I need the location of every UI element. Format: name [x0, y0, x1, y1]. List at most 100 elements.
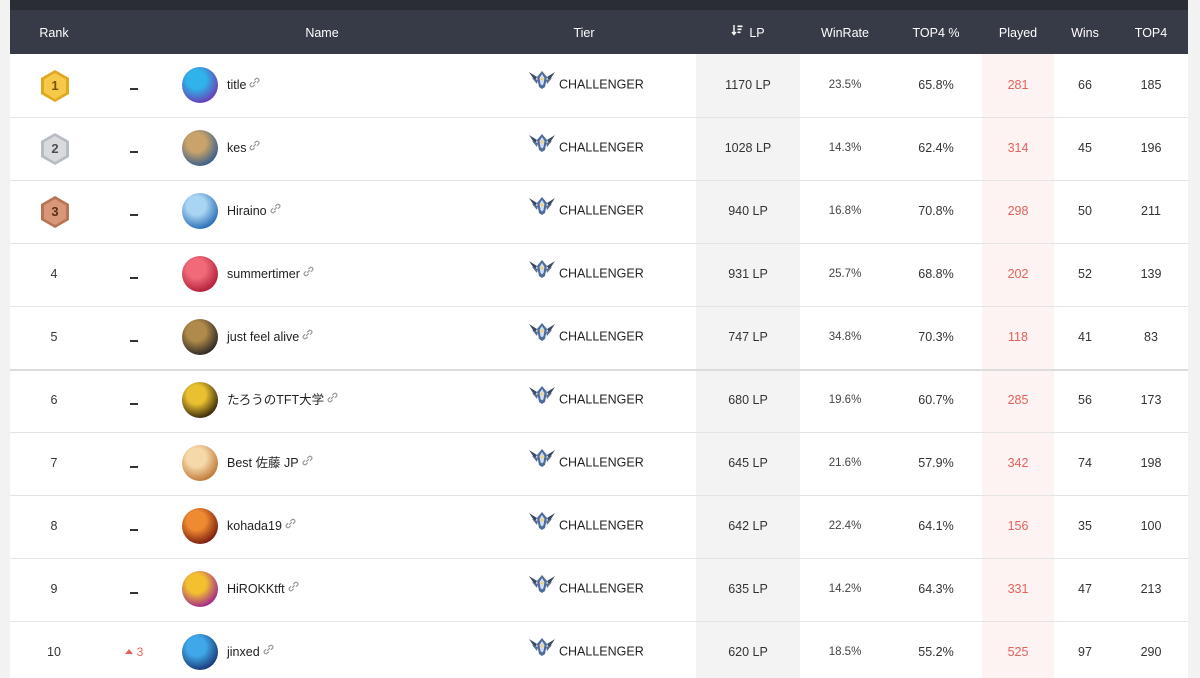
avatar[interactable]: [182, 193, 218, 229]
table-row[interactable]: 7 Best 佐藤 JP CHALLENGER 645 LP 21.6% 57.9% 342…: [10, 432, 1188, 496]
played-value: 281: [1007, 78, 1029, 92]
header-tier[interactable]: Tier: [544, 10, 624, 54]
header-rank[interactable]: Rank: [24, 10, 84, 54]
challenger-emblem-icon: [528, 308, 556, 368]
tier-label: CHALLENGER: [559, 140, 644, 155]
header-lp[interactable]: LP: [696, 10, 800, 54]
challenger-emblem-icon: [528, 497, 556, 557]
top4-value: 196: [1140, 141, 1162, 155]
rank-number: 4: [50, 267, 58, 281]
table-row[interactable]: 4 summertimer CHALLENGER 931 LP 25.7% 68.8% 20…: [10, 243, 1188, 307]
winrate-value: 18.5%: [828, 646, 862, 658]
avatar[interactable]: [182, 67, 218, 103]
player-name-link[interactable]: kes: [227, 117, 260, 180]
link-icon[interactable]: [270, 179, 281, 241]
winrate-value: 22.4%: [828, 520, 862, 532]
table-row[interactable]: 9 HiROKKtft CHALLENGER 635 LP 14.2% 64.3% 331 4…: [10, 558, 1188, 622]
player-name-link[interactable]: たろうのTFT大学: [227, 369, 338, 432]
top4-value: 213: [1140, 582, 1162, 596]
rank-medal-bronze: 3: [39, 195, 71, 229]
top4-percent-value: 65.8%: [918, 78, 954, 92]
played-value: 314: [1007, 141, 1029, 155]
tier-label: CHALLENGER: [559, 644, 644, 659]
winrate-value: 14.3%: [828, 142, 862, 154]
link-icon[interactable]: [285, 494, 296, 556]
player-name-link[interactable]: Hiraino: [227, 180, 281, 243]
link-icon[interactable]: [263, 620, 274, 678]
link-icon[interactable]: [288, 557, 299, 619]
player-name-link[interactable]: kohada19: [227, 495, 296, 558]
tier-cell: CHALLENGER: [528, 243, 644, 306]
header-name[interactable]: Name: [282, 10, 362, 54]
player-name-link[interactable]: just feel alive: [227, 306, 313, 369]
avatar[interactable]: [182, 256, 218, 292]
link-icon[interactable]: [249, 116, 260, 178]
table-row[interactable]: 1 title CHALLENGER 1170 LP 23.5% 65.8% 281 66 18…: [10, 54, 1188, 118]
player-name-link[interactable]: jinxed: [227, 621, 274, 678]
winrate-value: 19.6%: [828, 394, 862, 406]
player-name-link[interactable]: Best 佐藤 JP: [227, 432, 313, 495]
top4-value: 100: [1140, 519, 1162, 533]
challenger-emblem-icon: [528, 119, 556, 179]
tier-cell: CHALLENGER: [528, 369, 644, 432]
rank-number: 10: [47, 645, 61, 659]
winrate-value: 16.8%: [828, 205, 862, 217]
challenger-emblem-icon: [528, 560, 556, 620]
avatar[interactable]: [182, 508, 218, 544]
wins-value: 97: [1078, 645, 1092, 659]
leaderboard-table: Rank Name Tier LP WinRate TOP4 % Played …: [10, 10, 1188, 678]
player-name-link[interactable]: title: [227, 54, 260, 117]
avatar[interactable]: [182, 130, 218, 166]
avatar[interactable]: [182, 445, 218, 481]
avatar[interactable]: [182, 319, 218, 355]
tier-cell: CHALLENGER: [528, 306, 644, 369]
no-change-dash-icon: [130, 402, 138, 405]
lp-value: 645 LP: [728, 456, 768, 470]
link-icon[interactable]: [302, 305, 313, 367]
lp-value: 680 LP: [728, 393, 768, 407]
challenger-emblem-icon: [528, 245, 556, 305]
avatar[interactable]: [182, 382, 218, 418]
link-icon[interactable]: [302, 431, 313, 493]
lp-value: 1028 LP: [724, 141, 772, 155]
rank-number: 9: [50, 582, 58, 596]
rank-change: [104, 243, 164, 306]
tier-label: CHALLENGER: [559, 266, 644, 281]
tier-cell: CHALLENGER: [528, 558, 644, 621]
top4-percent-value: 70.8%: [918, 204, 954, 218]
winrate-value: 21.6%: [828, 457, 862, 469]
no-change-dash-icon: [130, 87, 138, 90]
link-icon[interactable]: [327, 368, 338, 430]
rank-change: [104, 369, 164, 432]
played-value: 118: [1008, 330, 1028, 344]
link-icon[interactable]: [303, 242, 314, 304]
header-top4[interactable]: TOP4: [1116, 10, 1186, 54]
table-row[interactable]: 2 kes CHALLENGER 1028 LP 14.3% 62.4% 314 45 196: [10, 117, 1188, 181]
link-icon[interactable]: [249, 53, 260, 115]
lp-value: 620 LP: [728, 645, 768, 659]
played-value: 525: [1007, 645, 1029, 659]
player-name: たろうのTFT大学: [227, 393, 325, 407]
avatar[interactable]: [182, 634, 218, 670]
table-row[interactable]: 3 Hiraino CHALLENGER 940 LP 16.8% 70.8% 298 50 2…: [10, 180, 1188, 244]
top4-percent-value: 57.9%: [918, 456, 954, 470]
player-name: HiROKKtft: [227, 582, 285, 596]
sort-descending-icon: [731, 10, 743, 55]
player-name: kohada19: [227, 519, 282, 533]
table-row[interactable]: 10 3 jinxed CHALLENGER 620 LP 18.5% 55.2% 525 97…: [10, 621, 1188, 678]
avatar[interactable]: [182, 571, 218, 607]
header-winrate[interactable]: WinRate: [800, 10, 890, 54]
header-lp-label: LP: [749, 26, 765, 40]
table-row[interactable]: 8 kohada19 CHALLENGER 642 LP 22.4% 64.1% 156 35…: [10, 495, 1188, 559]
challenger-emblem-icon: [528, 182, 556, 242]
player-name-link[interactable]: HiROKKtft: [227, 558, 299, 621]
player-name-link[interactable]: summertimer: [227, 243, 314, 306]
table-row[interactable]: 5 just feel alive CHALLENGER 747 LP 34.8% 70.…: [10, 306, 1188, 371]
player-name: just feel alive: [227, 330, 300, 344]
header-played[interactable]: Played: [982, 10, 1054, 54]
header-top4-percent[interactable]: TOP4 %: [890, 10, 982, 54]
top4-percent-value: 68.8%: [918, 267, 954, 281]
header-wins[interactable]: Wins: [1054, 10, 1116, 54]
player-name: Best 佐藤 JP: [227, 456, 299, 470]
table-row[interactable]: 6 たろうのTFT大学 CHALLENGER 680 LP 19.6% 60.7% 285 5…: [10, 369, 1188, 433]
